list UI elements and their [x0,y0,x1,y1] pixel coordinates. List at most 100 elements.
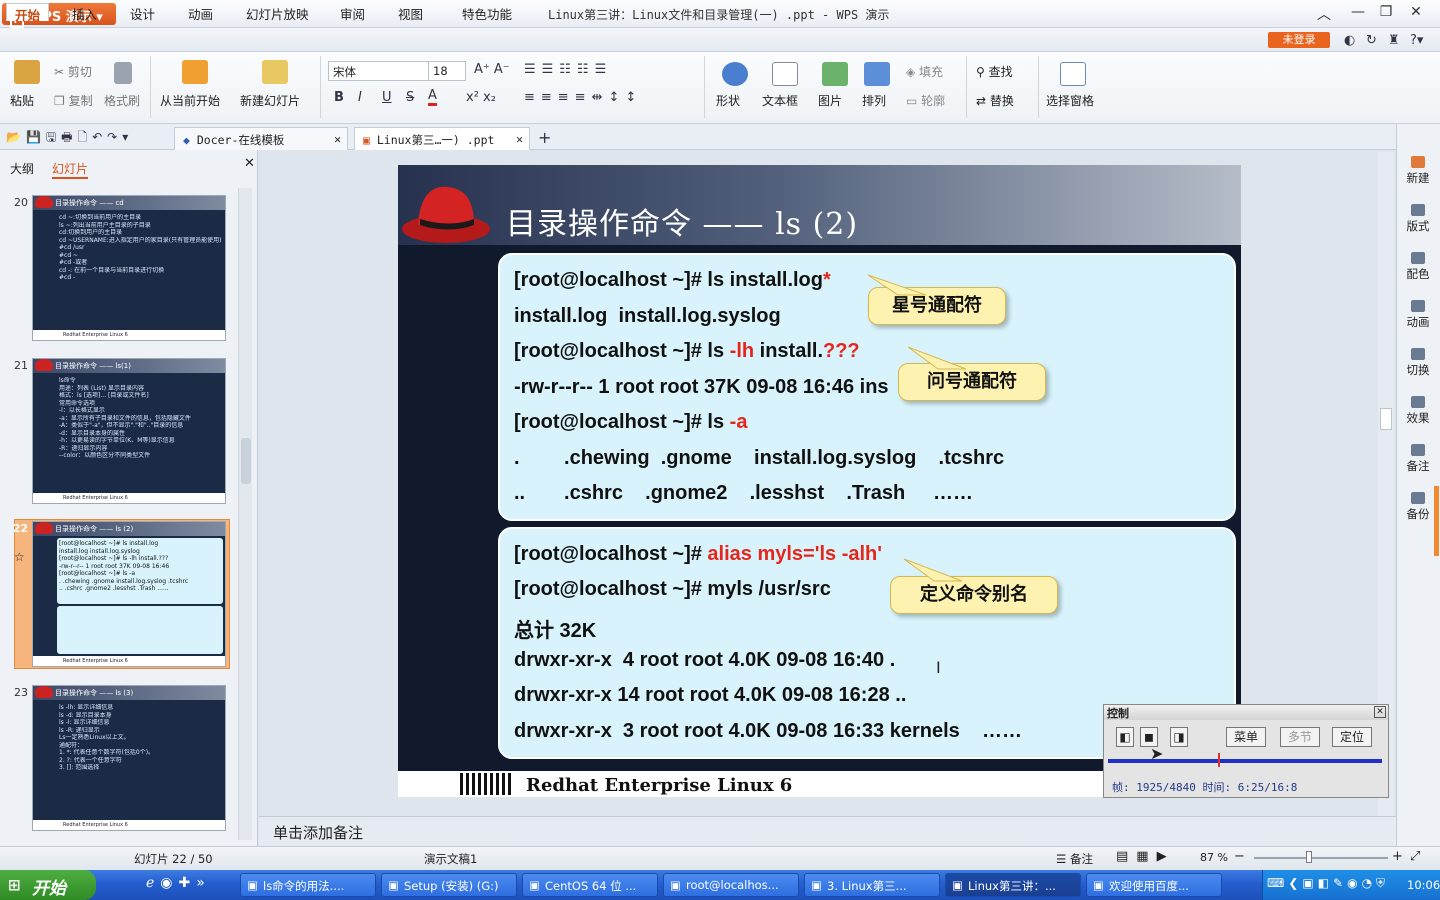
menu-design[interactable]: 设计 [122,3,163,22]
taskbar-item[interactable]: ▣ 欢迎使用百度... [1086,873,1222,897]
strikethrough-icon[interactable]: S [406,90,414,105]
quick-launch-icons[interactable]: ℯ◉✚» [146,875,211,891]
picture-button[interactable]: 图片 [818,92,842,109]
slide-thumbnail-20[interactable]: 目录操作命令 —— cd cd ~:切换到当前用户的主目录 ls ~:列出当前用户… [32,195,226,341]
slide-panel-scrollbar[interactable] [238,188,252,840]
slide-thumbnail-23[interactable]: 目录操作命令 —— ls (3) ls -lh: 显示详细信息 ls -d: 显示… [32,685,226,831]
tray-icons[interactable]: ⌨❮▣◧✎◉◔⛨ [1267,876,1389,891]
footer-stripes [460,773,514,795]
chevron-up-icon[interactable]: ︿ [1312,4,1336,24]
replace-button[interactable]: ⇄ 替换 [976,92,1014,109]
zoom-out-icon[interactable]: − [1234,849,1245,864]
right-animation[interactable]: 动画 [1400,300,1436,330]
zoom-slider[interactable] [1254,857,1388,859]
menu-view[interactable]: 视图 [390,3,431,22]
from-current-button[interactable]: 从当前开始 [160,92,220,109]
control-locate-button[interactable]: 定位 [1332,727,1372,747]
view-mode-icons[interactable]: ▤▦▶ [1116,849,1175,864]
find-button[interactable]: ⚲ 查找 [976,63,1013,80]
font-size-select[interactable]: 18 [428,61,466,81]
menu-insert[interactable]: 插入 [64,3,105,22]
slide-number: 21 [14,359,28,372]
thumb-line: ls ~:列出当前用户主目录的子目录 [59,221,151,229]
login-button[interactable]: 未登录 [1268,32,1330,48]
superscript-icon[interactable]: x² x₂ [466,90,496,105]
tab-ppt[interactable]: ▣ Linux第三…一) .ppt ✕ [354,127,530,150]
right-transition[interactable]: 切换 [1400,348,1436,378]
right-color[interactable]: 配色 [1400,252,1436,282]
restore-icon[interactable]: ❐ [1374,4,1398,24]
taskbar-item[interactable]: ▣ Setup (安装) (G:) [381,873,517,897]
zoom-slider-thumb[interactable] [1306,851,1312,863]
right-backup[interactable]: 备份 [1400,492,1436,522]
taskbar-item[interactable]: ▣ root@localhos... [663,873,799,897]
taskbar-item[interactable]: ▣ Linux第三讲：... [945,873,1081,897]
cut-button[interactable]: ✂ 剪切 [54,63,92,80]
next-frame-icon[interactable]: ◨ [1170,727,1188,747]
font-grow-icon[interactable]: A⁺ A⁻ [474,62,510,77]
font-color-icon[interactable]: A [428,88,437,106]
app-icon: ▣ [952,878,963,892]
fit-window-icon[interactable]: ⤢ [1410,849,1420,864]
menu-review[interactable]: 审阅 [332,3,373,22]
menu-special[interactable]: 特色功能 [454,3,520,22]
right-effect[interactable]: 效果 [1400,396,1436,426]
thumb-line: ls -lh: 显示详细信息 [59,704,114,711]
shirt-icon[interactable]: ♜ [1388,33,1400,48]
zoom-in-icon[interactable]: + [1392,849,1403,864]
menu-animation[interactable]: 动画 [180,3,221,22]
copy-button[interactable]: ❐ 复制 [54,92,93,109]
refresh-icon[interactable]: ↻ [1366,33,1377,48]
menu-slideshow[interactable]: 幻灯片放映 [238,3,317,22]
code-line: [root@localhost ~]# ls -a [514,411,748,433]
start-button[interactable]: ⊞ 开始 [0,870,96,900]
thumb-line: ls命令 [59,377,76,384]
align-icons[interactable]: ≡≡≡≡⇹↕↕ [524,90,642,105]
paste-button[interactable]: 粘贴 [10,92,34,109]
right-new[interactable]: 新建 [1400,156,1436,186]
menu-home[interactable]: 开始 [6,3,50,23]
tab-docer[interactable]: ◆ Docer-在线模板 ✕ [174,127,348,150]
arrange-button[interactable]: 排列 [862,92,886,109]
control-progress-thumb[interactable] [1217,753,1220,767]
close-icon[interactable]: ✕ [1404,4,1428,24]
skin-icon[interactable]: ◐ [1344,33,1355,48]
slide-thumbnail-22[interactable]: 目录操作命令 —— ls (2) [root@localhost ~]# ls … [32,521,226,667]
slide-thumbnail-21[interactable]: 目录操作命令 —— ls(1) ls命令 用途：列表 (List) 显示目录内容格… [32,358,226,504]
minimize-icon[interactable]: — [1346,4,1370,24]
outline-button[interactable]: ▭ 轮廓 [906,92,945,109]
list-icons[interactable]: ☰☰☷☷☰ [524,62,612,77]
italic-icon[interactable]: I [358,90,362,105]
selection-pane-button[interactable]: 选择窗格 [1046,92,1094,109]
control-close-icon[interactable]: ✕ [1374,706,1386,718]
taskbar-item[interactable]: ▣ ls命令的用法.... [240,873,376,897]
help-icon[interactable]: ?▾ [1410,33,1423,48]
close-tab-icon[interactable]: ✕ [334,132,341,146]
notes-area[interactable]: 单击添加备注 [259,816,1396,846]
tab-slides[interactable]: 幻灯片 [52,160,89,179]
bold-icon[interactable]: B [334,90,344,105]
textbox-button[interactable]: 文本框 [762,92,798,109]
tab-outline[interactable]: 大纲 [10,160,34,177]
format-painter-button[interactable]: 格式刷 [104,92,140,109]
close-panel-icon[interactable]: ✕ [244,156,255,171]
new-slide-button[interactable]: 新建幻灯片 [240,92,300,109]
new-tab-icon[interactable]: + [538,128,551,147]
taskbar-item[interactable]: ▣ 3. Linux第三... [804,873,940,897]
notes-toggle[interactable]: ☰ 备注 [1056,851,1093,867]
quick-access-icons[interactable]: 📂💾🖫🖶🗋↶↷▾ [6,128,133,149]
underline-icon[interactable]: U [382,90,392,105]
close-tab-icon[interactable]: ✕ [516,132,523,146]
control-chapters-button[interactable]: 多节 [1280,727,1320,747]
fill-button[interactable]: ◈ 填充 [906,63,943,80]
right-layout[interactable]: 版式 [1400,204,1436,234]
shape-button[interactable]: 形状 [716,92,740,109]
player-control-window[interactable]: 控制 ✕ ◧ ◼ ◨ 菜单 多节 定位 帧: 1925/4840 时间: 6:2… [1103,704,1389,798]
code-panel-1[interactable]: [root@localhost ~]# ls install.log* insta… [498,253,1236,521]
thumb-line: --color：以颜色区分不同类型文件 [59,452,151,459]
taskbar-item[interactable]: ▣ CentOS 64 位 ... [522,873,658,897]
right-notes[interactable]: 备注 [1400,444,1436,474]
prev-frame-icon[interactable]: ◧ [1116,727,1134,747]
control-menu-button[interactable]: 菜单 [1226,727,1266,747]
font-name-select[interactable]: 宋体 [328,61,430,81]
